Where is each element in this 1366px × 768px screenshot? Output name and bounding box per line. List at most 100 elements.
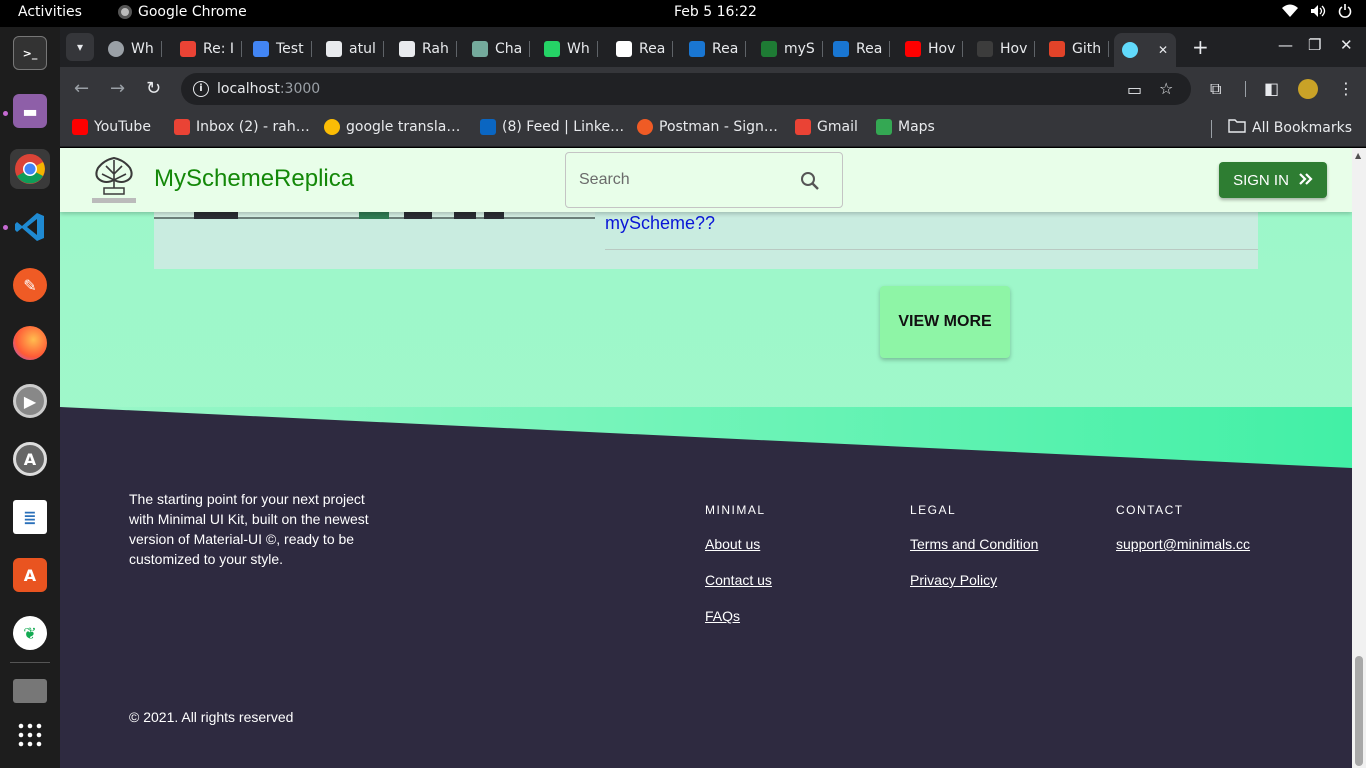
tab[interactable]: Hov	[905, 35, 964, 63]
tab[interactable]: Wh	[108, 35, 162, 63]
brand-title[interactable]: MySchemeReplica	[154, 165, 354, 193]
search-icon[interactable]	[800, 171, 820, 191]
search-input[interactable]	[579, 167, 779, 193]
bookmark-item[interactable]: (8) Feed | Linke…	[480, 119, 624, 135]
system-tray[interactable]	[1282, 4, 1352, 22]
settings-icon: ▶	[13, 384, 47, 418]
tab[interactable]: Cha	[472, 35, 531, 63]
libreoffice-writer-icon: ≣	[13, 500, 47, 534]
postman-launcher[interactable]: ✎	[10, 265, 50, 305]
disk-launcher[interactable]	[10, 671, 50, 711]
maximize-button[interactable]: ❐	[1308, 36, 1321, 54]
tab-separator	[745, 41, 747, 57]
vscode-launcher[interactable]	[10, 207, 50, 247]
tab-separator	[455, 41, 457, 57]
bookmark-item[interactable]: Inbox (2) - rah…	[174, 119, 310, 135]
tab[interactable]: Rah	[399, 35, 457, 63]
folder-icon	[1228, 119, 1246, 137]
sign-in-button[interactable]: SIGN IN	[1219, 162, 1327, 198]
tab[interactable]: Re: I	[180, 35, 243, 63]
browser-toolbar: ← → ↻ i localhost:3000 ▭ ☆ ⧉ ◧ ⋮	[60, 67, 1366, 111]
reload-button[interactable]: ↻	[146, 78, 161, 99]
footer-link-terms[interactable]: Terms and Condition	[910, 536, 1038, 552]
chrome-launcher[interactable]	[10, 149, 50, 189]
chevron-down-icon: ▾	[76, 40, 84, 54]
tab-separator	[382, 41, 384, 57]
all-bookmarks-button[interactable]: All Bookmarks	[1228, 119, 1352, 137]
footer-link-about-us[interactable]: About us	[705, 536, 760, 552]
firefox-launcher[interactable]	[10, 323, 50, 363]
view-more-button[interactable]: VIEW MORE	[880, 286, 1010, 358]
footer-link-contact-us[interactable]: Contact us	[705, 572, 772, 588]
tab-separator	[596, 41, 598, 57]
bookmark-item[interactable]: Gmail	[795, 119, 858, 135]
bookmark-item[interactable]: google transla…	[324, 119, 460, 135]
profile-avatar[interactable]	[1298, 79, 1318, 99]
app-center-launcher[interactable]: A	[10, 555, 50, 595]
fs-icon	[616, 41, 632, 57]
bookmark-label: (8) Feed | Linke…	[502, 119, 625, 135]
system-top-bar: Activities Google Chrome Feb 5 16:22	[0, 0, 1366, 27]
gmail-icon	[180, 41, 196, 57]
scroll-up-arrow-icon[interactable]: ▲	[1355, 151, 1361, 160]
close-tab-icon[interactable]: ✕	[1158, 43, 1168, 57]
tab-separator	[821, 41, 823, 57]
tab[interactable]: atul	[326, 35, 384, 63]
tab-active[interactable]: ✕	[1114, 33, 1177, 67]
footer-link-privacy[interactable]: Privacy Policy	[910, 572, 997, 588]
tab[interactable]: Test	[253, 35, 312, 63]
tab[interactable]: Hov	[977, 35, 1036, 63]
settings-launcher[interactable]: ▶	[10, 381, 50, 421]
close-window-button[interactable]: ✕	[1340, 36, 1353, 54]
tab-search-button[interactable]: ▾	[66, 33, 94, 61]
forward-button[interactable]: →	[110, 78, 125, 99]
app-name: Google Chrome	[138, 4, 247, 20]
show-apps-button[interactable]	[10, 715, 50, 755]
minimize-button[interactable]: —	[1278, 36, 1293, 54]
files-launcher[interactable]: ▬	[10, 91, 50, 131]
search-box[interactable]	[565, 152, 843, 208]
dock-divider	[10, 662, 50, 663]
faq-question-link[interactable]: myScheme??	[605, 213, 715, 234]
install-app-icon[interactable]: ▭	[1127, 80, 1142, 99]
new-tab-button[interactable]: +	[1192, 35, 1209, 59]
tab-separator	[1108, 41, 1110, 57]
tab[interactable]: myS	[761, 35, 823, 63]
double-chevron-right-icon	[1299, 172, 1313, 189]
activities-button[interactable]: Activities	[18, 4, 82, 20]
tab[interactable]: Rea	[689, 35, 747, 63]
page-scrollbar[interactable]: ▲	[1352, 148, 1366, 768]
tab[interactable]: Gith	[1049, 35, 1110, 63]
footer-link-faqs[interactable]: FAQs	[705, 608, 740, 624]
address-bar[interactable]: i localhost:3000 ▭ ☆	[181, 73, 1191, 105]
tab[interactable]: Rea	[833, 35, 891, 63]
menu-kebab-icon[interactable]: ⋮	[1338, 79, 1354, 98]
site-footer: The starting point for your next project…	[60, 407, 1352, 768]
bookmark-star-icon[interactable]: ☆	[1159, 79, 1173, 98]
bihar-govt-logo[interactable]	[86, 154, 142, 206]
site-header: MySchemeReplica SIGN IN	[60, 148, 1352, 212]
footer-link-support-email[interactable]: support@minimals.cc	[1116, 536, 1250, 552]
mongodb-launcher[interactable]: ❦	[10, 613, 50, 653]
tab[interactable]: Wh	[544, 35, 598, 63]
updater-launcher[interactable]: A	[10, 439, 50, 479]
bookmark-item[interactable]: Maps	[876, 119, 935, 135]
tab[interactable]: Rea	[616, 35, 674, 63]
react-icon	[1122, 42, 1138, 58]
clock[interactable]: Feb 5 16:22	[674, 4, 757, 20]
terminal-launcher[interactable]: >_	[10, 33, 50, 73]
tab-separator	[889, 41, 891, 57]
chrome-icon	[13, 152, 47, 186]
bookmark-item[interactable]: Postman - Sign…	[637, 119, 778, 135]
running-indicator	[3, 225, 8, 230]
bookmark-item[interactable]: YouTube	[72, 119, 151, 135]
app-menu[interactable]: Google Chrome	[118, 4, 247, 20]
writer-launcher[interactable]: ≣	[10, 497, 50, 537]
side-panel-icon[interactable]: ◧	[1264, 79, 1279, 98]
extensions-icon[interactable]: ⧉	[1210, 79, 1221, 99]
google-icon	[324, 119, 340, 135]
tab-label: Rea	[712, 41, 739, 57]
site-info-icon[interactable]: i	[193, 81, 209, 97]
back-button[interactable]: ←	[74, 78, 89, 99]
scrollbar-thumb[interactable]	[1355, 656, 1363, 766]
